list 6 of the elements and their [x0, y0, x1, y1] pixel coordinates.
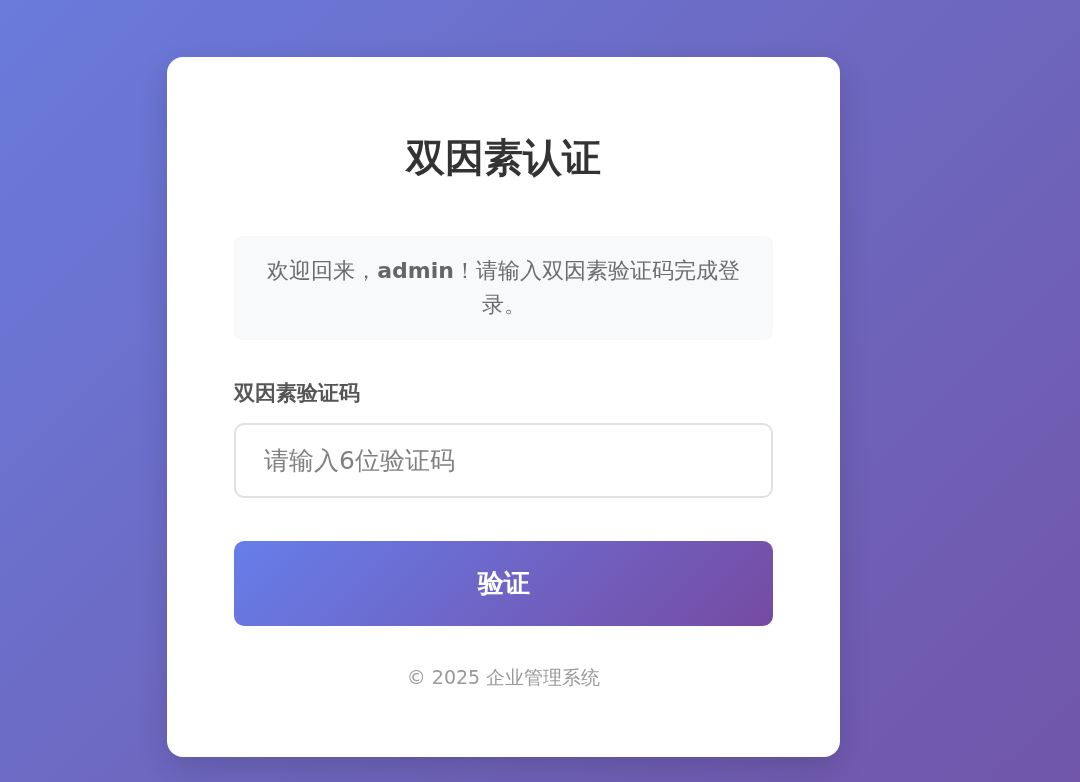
field-label: 双因素验证码	[234, 380, 360, 407]
page-title: 双因素认证	[404, 134, 602, 182]
welcome-message: 欢迎回来，admin！请输入双因素验证码完成登录。	[266, 257, 741, 319]
copyright-text: © 2025 企业管理系统	[406, 665, 601, 690]
verify-button[interactable]: 验证	[234, 541, 773, 626]
code-input[interactable]: 请输入6位验证码	[234, 423, 773, 498]
